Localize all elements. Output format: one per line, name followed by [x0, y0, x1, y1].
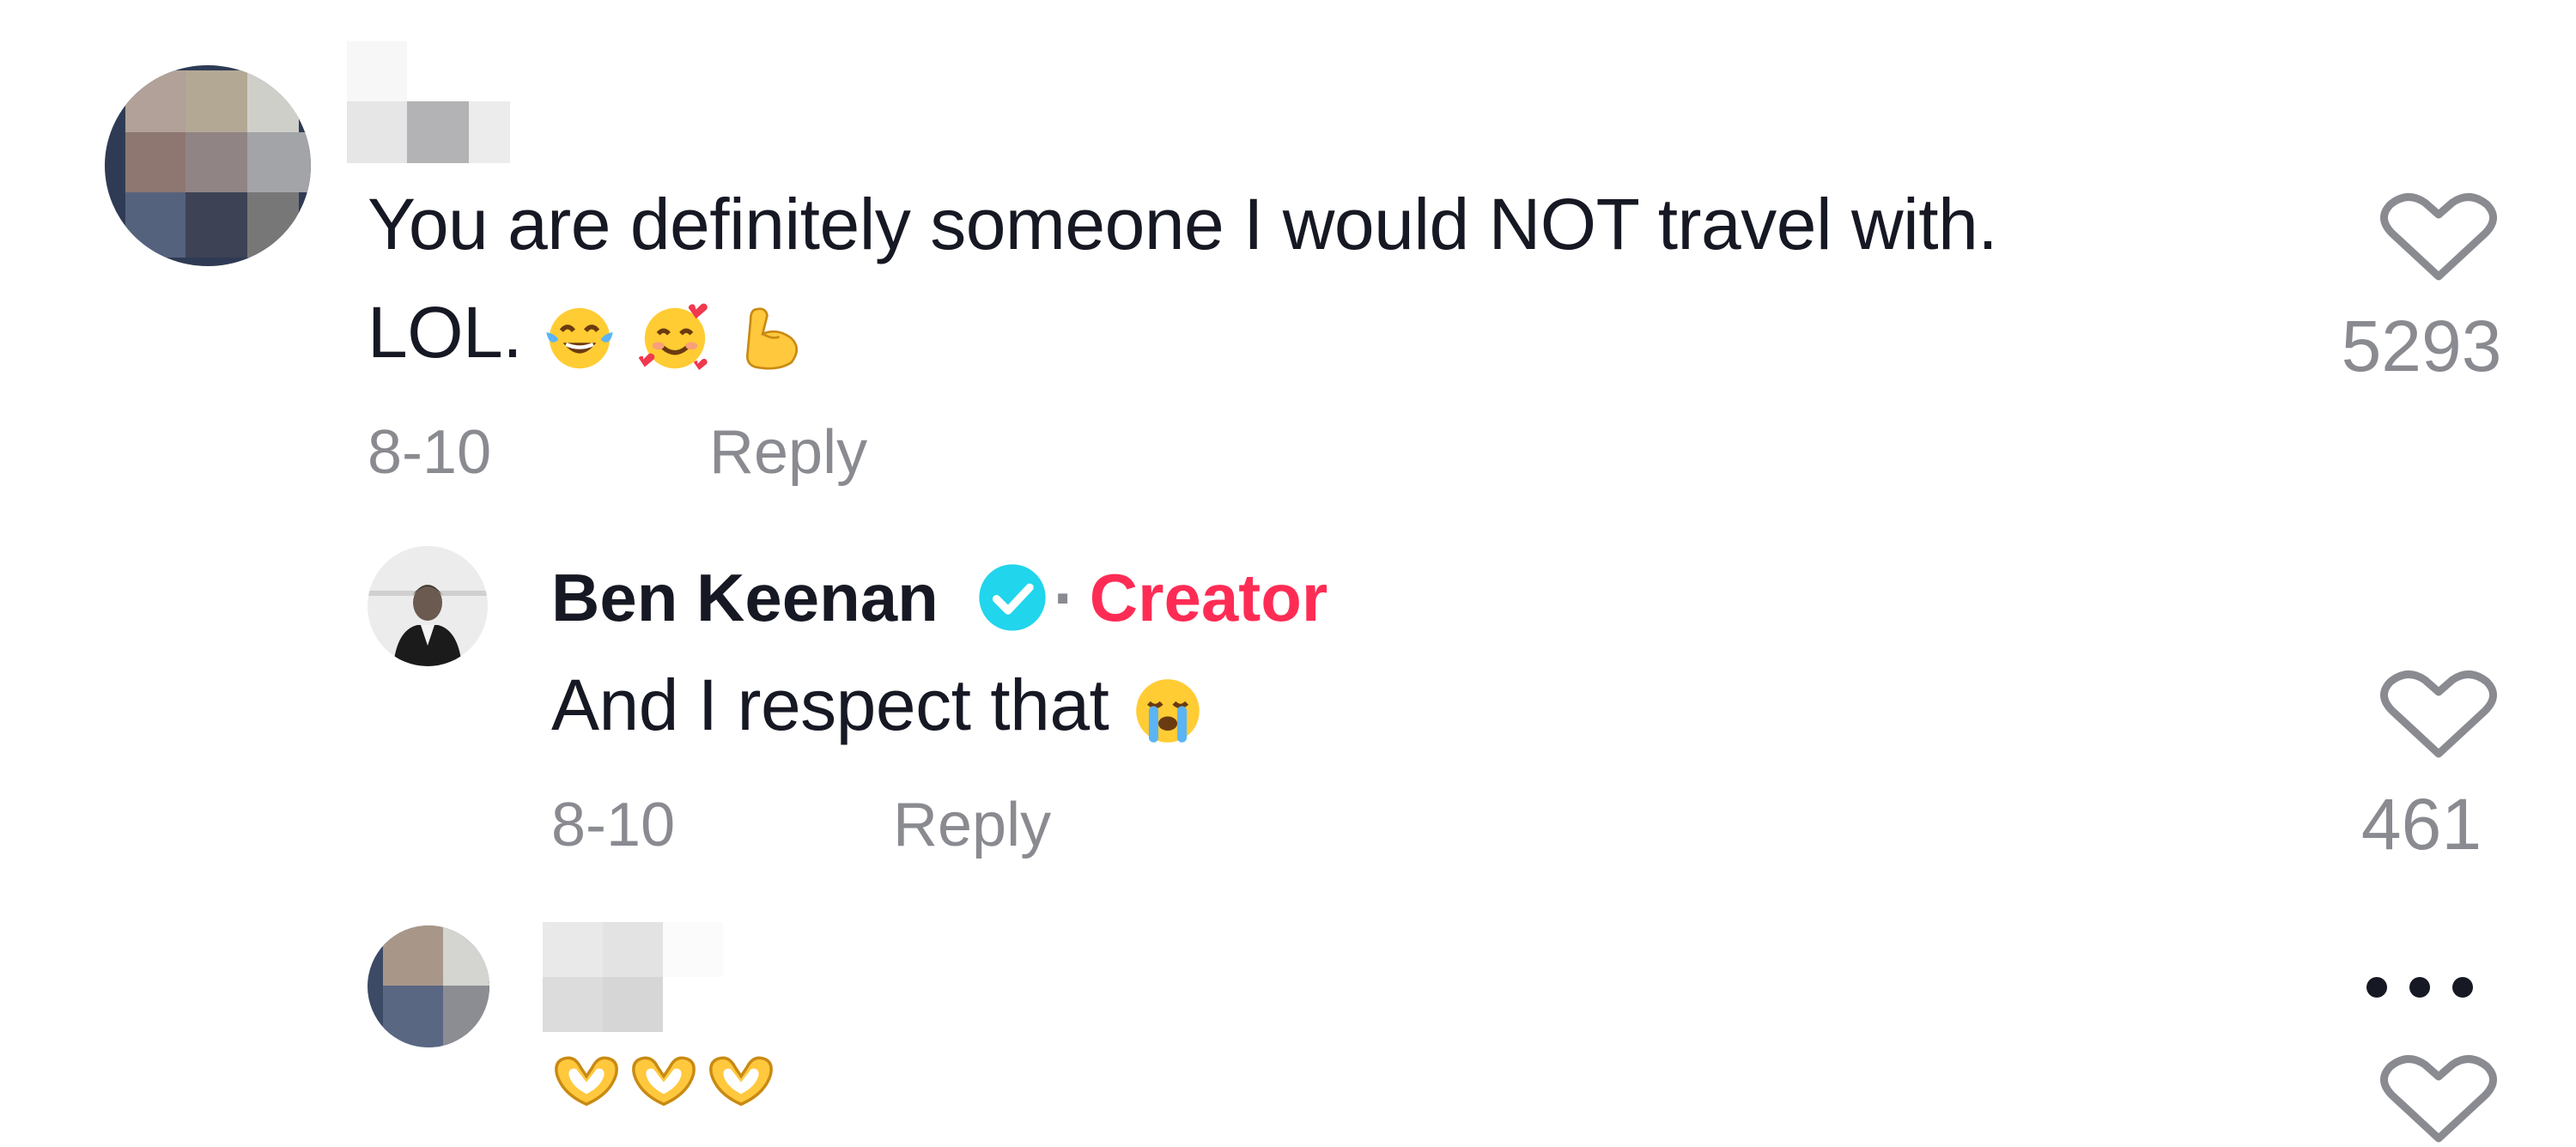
heart-hands-icon [632, 1056, 696, 1107]
heart-hands-icon [709, 1056, 773, 1107]
comment-text-line2: LOL. [368, 292, 523, 373]
avatar[interactable] [368, 925, 489, 1047]
heart-icon[interactable] [2370, 191, 2507, 285]
flexed-biceps-icon [745, 307, 798, 370]
comment-date: 8-10 [368, 418, 492, 487]
heart-icon[interactable] [2370, 668, 2507, 762]
separator: · [1053, 559, 1076, 635]
avatar[interactable] [368, 546, 488, 666]
like-count: 5293 [2341, 306, 2502, 386]
heart-icon[interactable] [2370, 1053, 2507, 1147]
face-with-tears-of-joy-icon [546, 307, 613, 369]
verified-badge-icon [979, 564, 1046, 631]
avatar[interactable] [105, 65, 311, 266]
reply-emoji-row [550, 1049, 778, 1109]
comment-text-line1: You are definitely someone I would NOT t… [368, 184, 1998, 264]
smiling-face-with-hearts-icon [638, 303, 708, 370]
loudly-crying-face-icon [1136, 679, 1200, 743]
like-count: 461 [2360, 784, 2482, 865]
ellipsis-icon[interactable] [2360, 970, 2480, 1004]
person-avatar-icon [368, 546, 488, 666]
creator-badge: Creator [1089, 559, 1328, 635]
heart-hands-icon [555, 1056, 618, 1107]
reply-text-row: And I respect that [551, 651, 1207, 759]
reply-button[interactable]: Reply [893, 790, 1051, 860]
username[interactable]: Ben Keenan [551, 559, 939, 637]
comment-text-line2-row: LOL. [368, 278, 1997, 386]
reply-button[interactable]: Reply [709, 417, 867, 488]
comment-date: 8-10 [551, 791, 676, 859]
username-redacted[interactable] [347, 41, 510, 163]
reply-header: Ben Keenan · Creator [551, 555, 1327, 640]
reply-text: And I respect that [551, 665, 1109, 745]
comment-text: You are definitely someone I would NOT t… [368, 170, 1998, 386]
username-redacted[interactable] [543, 922, 723, 1032]
